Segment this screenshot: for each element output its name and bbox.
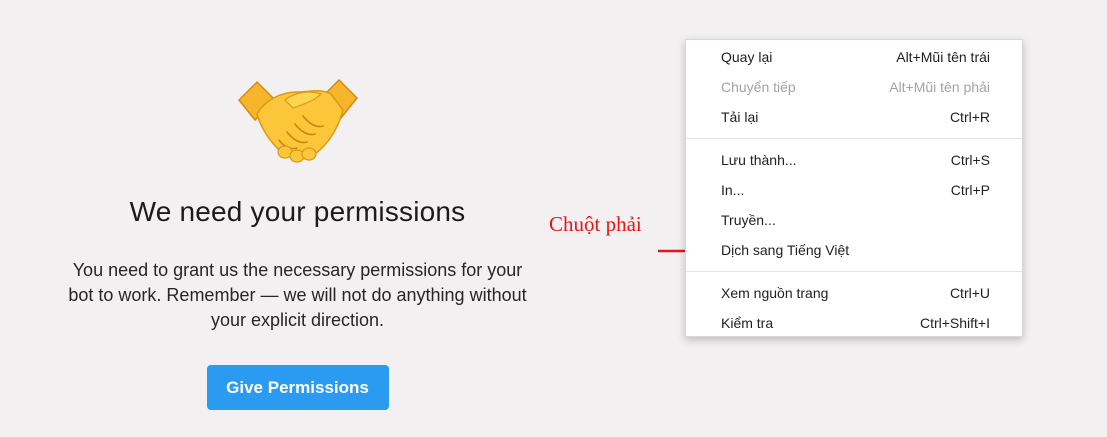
menu-item-translate[interactable]: Dịch sang Tiếng Việt xyxy=(686,235,1022,265)
menu-item-shortcut: Ctrl+U xyxy=(949,285,990,301)
menu-item-shortcut: Ctrl+R xyxy=(949,109,990,125)
menu-item-shortcut: Ctrl+S xyxy=(950,152,990,168)
menu-item-print[interactable]: In... Ctrl+P xyxy=(686,175,1022,205)
menu-separator xyxy=(686,138,1022,139)
menu-separator xyxy=(686,271,1022,272)
menu-item-label: Chuyển tiếp xyxy=(721,79,796,95)
menu-item-reload[interactable]: Tải lại Ctrl+R xyxy=(686,102,1022,132)
give-permissions-button[interactable]: Give Permissions xyxy=(206,365,389,410)
menu-item-cast[interactable]: Truyền... xyxy=(686,205,1022,235)
menu-item-label: Truyền... xyxy=(721,212,776,228)
menu-item-shortcut: Alt+Mũi tên trái xyxy=(896,49,990,65)
menu-item-label: Xem nguồn trang xyxy=(721,285,829,301)
menu-item-view-source[interactable]: Xem nguồn trang Ctrl+U xyxy=(686,278,1022,308)
menu-item-back[interactable]: Quay lại Alt+Mũi tên trái xyxy=(686,42,1022,72)
annotation-label: Chuột phải xyxy=(549,212,642,236)
menu-item-label: Lưu thành... xyxy=(721,152,797,168)
menu-item-label: Tải lại xyxy=(721,109,759,125)
menu-item-forward[interactable]: Chuyển tiếp Alt+Mũi tên phải xyxy=(686,72,1022,102)
menu-item-label: Dịch sang Tiếng Việt xyxy=(721,242,850,258)
menu-item-save-as[interactable]: Lưu thành... Ctrl+S xyxy=(686,145,1022,175)
permissions-description: You need to grant us the necessary permi… xyxy=(68,260,527,330)
menu-item-shortcut: Ctrl+P xyxy=(950,182,990,198)
menu-item-label: Kiểm tra xyxy=(721,315,774,331)
menu-item-label: In... xyxy=(721,182,745,198)
menu-item-label: Quay lại xyxy=(721,49,773,65)
menu-item-inspect[interactable]: Kiểm tra Ctrl+Shift+I xyxy=(686,308,1022,338)
menu-item-shortcut: Alt+Mũi tên phải xyxy=(889,79,990,95)
page-title: We need your permissions xyxy=(129,196,466,227)
menu-item-shortcut: Ctrl+Shift+I xyxy=(919,315,990,331)
handshake-icon xyxy=(237,78,358,163)
permissions-panel: We need your permissions You need to gra… xyxy=(60,60,535,410)
context-menu: Quay lại Alt+Mũi tên trái Chuyển tiếp Al… xyxy=(685,39,1023,337)
